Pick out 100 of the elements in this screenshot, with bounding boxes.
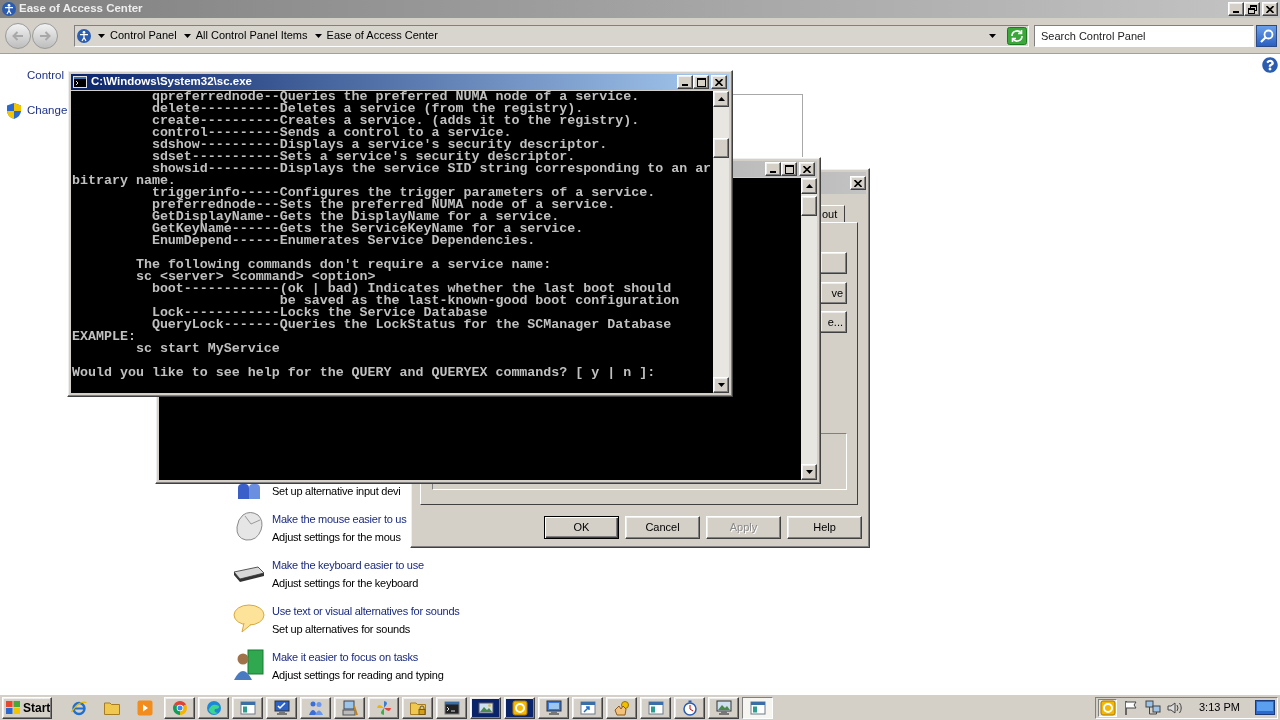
console-line: sc <server> <command> <option> — [135, 271, 376, 283]
accessibility-icon — [2, 2, 16, 16]
search-button[interactable] — [1256, 24, 1277, 47]
scroll-thumb[interactable] — [801, 196, 817, 216]
tray-button[interactable] — [1098, 698, 1117, 717]
close-button[interactable] — [799, 162, 815, 176]
close-icon — [1266, 5, 1274, 13]
caret-down-icon — [314, 33, 322, 38]
console-line: Would you like to see help for the QUERY and QUERYEX commands? [ y | n ]: — [72, 367, 656, 379]
task-link[interactable]: Make it easier to focus on tasks — [272, 648, 444, 666]
console-line: QueryLock-------Queries the LockStatus for the SCManager Database — [151, 319, 672, 331]
network-icon[interactable] — [1145, 699, 1161, 716]
nav-link[interactable]: Change — [27, 102, 68, 120]
task-link[interactable]: Make the keyboard easier to use — [272, 556, 424, 574]
image-icon — [477, 699, 494, 716]
refresh-button[interactable] — [1007, 26, 1027, 45]
address-bar[interactable]: Control Panel All Control Panel Items Ease of Access Center — [74, 24, 1029, 47]
scroll-up-button[interactable] — [713, 91, 729, 107]
task-link[interactable]: Make the mouse easier to us — [272, 510, 407, 528]
computer-icon — [341, 699, 358, 716]
close-button[interactable] — [711, 75, 727, 89]
maximize-button[interactable] — [693, 75, 709, 89]
flag-icon[interactable] — [1123, 699, 1139, 716]
console-line: showsid---------Displays the service SID string corresponding to an ar — [151, 163, 712, 175]
breadcrumb-item[interactable]: Control Panel — [110, 27, 177, 44]
console-line: preferrednode---Sets the preferred NUMA node of a service. — [151, 199, 616, 211]
scroll-up-button[interactable] — [801, 178, 817, 194]
clock[interactable]: 3:13 PM — [1199, 699, 1240, 716]
window-title: C:\Windows\System32\sc.exe — [91, 74, 252, 90]
mouse-icon — [233, 510, 265, 542]
close-button[interactable] — [850, 176, 866, 190]
scroll-down-button[interactable] — [713, 377, 729, 393]
user-icon — [236, 484, 262, 499]
close-icon — [854, 179, 862, 187]
scrollbar-track[interactable] — [713, 91, 729, 393]
minimize-button[interactable] — [765, 162, 781, 176]
restore-button[interactable] — [1244, 2, 1260, 16]
window-title: Ease of Access Center — [19, 1, 143, 17]
person-book-icon — [233, 648, 265, 680]
console-line: sdset-----------Sets a service's security descriptor. — [151, 151, 576, 163]
console-line: GetKeyName------Gets the ServiceKeyName for a service. — [151, 223, 584, 235]
dialog-button[interactable] — [820, 252, 847, 274]
dialog-button[interactable]: ve — [820, 282, 847, 304]
console-line: be saved as the last-known-good boot configuration — [279, 295, 680, 307]
search-field[interactable]: Search Control Panel — [1034, 24, 1254, 47]
coin-icon — [1099, 699, 1116, 716]
help-icon[interactable] — [1262, 57, 1278, 73]
start-logo-icon — [6, 701, 20, 714]
task-description: Adjust settings for the mous — [272, 530, 402, 545]
nav-link[interactable]: Control — [27, 67, 65, 85]
window-icon — [749, 699, 766, 716]
console-line: The following commands don't require a service name: — [135, 259, 552, 271]
scrollbar-track[interactable] — [801, 178, 817, 480]
breadcrumb-item[interactable]: All Control Panel Items — [195, 27, 308, 44]
caret-down-icon — [98, 33, 105, 38]
maximize-button[interactable] — [781, 162, 797, 176]
dialog-button[interactable]: e... — [820, 311, 847, 333]
minimize-button[interactable] — [1228, 2, 1244, 16]
breadcrumb-item[interactable]: Ease of Access Center — [326, 27, 438, 44]
user-icon — [307, 699, 324, 716]
console-line: control---------Sends a control to a service. — [151, 127, 512, 139]
console-line: sdshow----------Displays a service's security descriptor. — [151, 139, 608, 151]
task-description: Set up alternative input devi — [272, 484, 401, 499]
minimize-button[interactable] — [677, 75, 693, 89]
console-line: Lock------------Locks the Service Database — [151, 307, 488, 319]
dialog-button[interactable]: Help — [787, 516, 862, 539]
stopwatch-icon — [681, 699, 698, 716]
scroll-thumb[interactable] — [713, 138, 729, 158]
browser-icon — [171, 699, 188, 716]
caret-up-icon — [805, 184, 813, 188]
task-link[interactable]: Use text or visual alternatives for sounds — [272, 602, 460, 620]
browser-icon[interactable] — [71, 699, 87, 716]
start-button[interactable]: Start — [2, 696, 52, 719]
window-icon — [239, 699, 256, 716]
task-description: Adjust settings for the keyboard — [272, 576, 420, 591]
speech-bubble-icon — [233, 602, 265, 634]
window-icon — [579, 699, 596, 716]
close-icon — [715, 78, 723, 86]
terminal-icon — [443, 699, 460, 716]
console-line: bitrary name. — [72, 175, 176, 187]
desktop-icon[interactable] — [1255, 700, 1275, 715]
speaker-icon[interactable] — [1167, 699, 1183, 716]
picture-icon — [715, 699, 732, 716]
console-line: GetDisplayName--Gets the DisplayName for a service. — [151, 211, 560, 223]
minimize-icon — [682, 84, 688, 86]
tab[interactable]: out — [820, 205, 845, 222]
monitor-icon — [273, 699, 290, 716]
scroll-down-button[interactable] — [801, 464, 817, 480]
maximize-icon — [784, 164, 794, 174]
console-line: create----------Creates a service. (adds it to the registry). — [151, 115, 640, 127]
refresh-icon — [1007, 26, 1027, 45]
task-description: Set up alternatives for sounds — [272, 622, 412, 637]
close-button[interactable] — [1262, 2, 1278, 16]
hand-icon — [613, 699, 630, 716]
dialog-button[interactable]: Cancel — [625, 516, 700, 539]
close-icon — [803, 165, 811, 173]
console-line: EXAMPLE: — [72, 331, 136, 343]
dialog-button[interactable]: OK — [544, 516, 619, 539]
pinwheel-icon — [375, 699, 392, 716]
task-description: Adjust settings for reading and typing — [272, 668, 444, 683]
